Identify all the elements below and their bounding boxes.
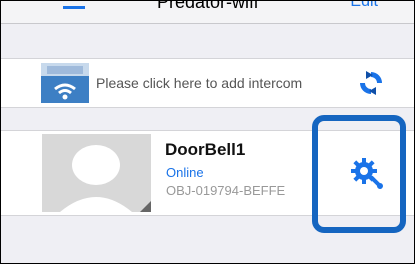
add-intercom-label: Please click here to add intercom bbox=[96, 75, 303, 91]
refresh-icon[interactable] bbox=[357, 69, 385, 97]
navigation-bar: Predator-wifi Edit bbox=[1, 1, 414, 24]
app-screen: Predator-wifi Edit Please click here to … bbox=[0, 0, 415, 264]
device-name: DoorBell1 bbox=[165, 140, 246, 159]
highlight-box bbox=[312, 115, 406, 233]
avatar bbox=[42, 134, 151, 212]
intercom-icon bbox=[41, 63, 89, 103]
edit-button[interactable]: Edit bbox=[350, 1, 378, 11]
add-intercom-row[interactable]: Please click here to add intercom bbox=[1, 58, 414, 108]
status-badge: Online bbox=[166, 165, 204, 180]
device-id: OBJ-019794-BEFFE bbox=[166, 183, 286, 198]
